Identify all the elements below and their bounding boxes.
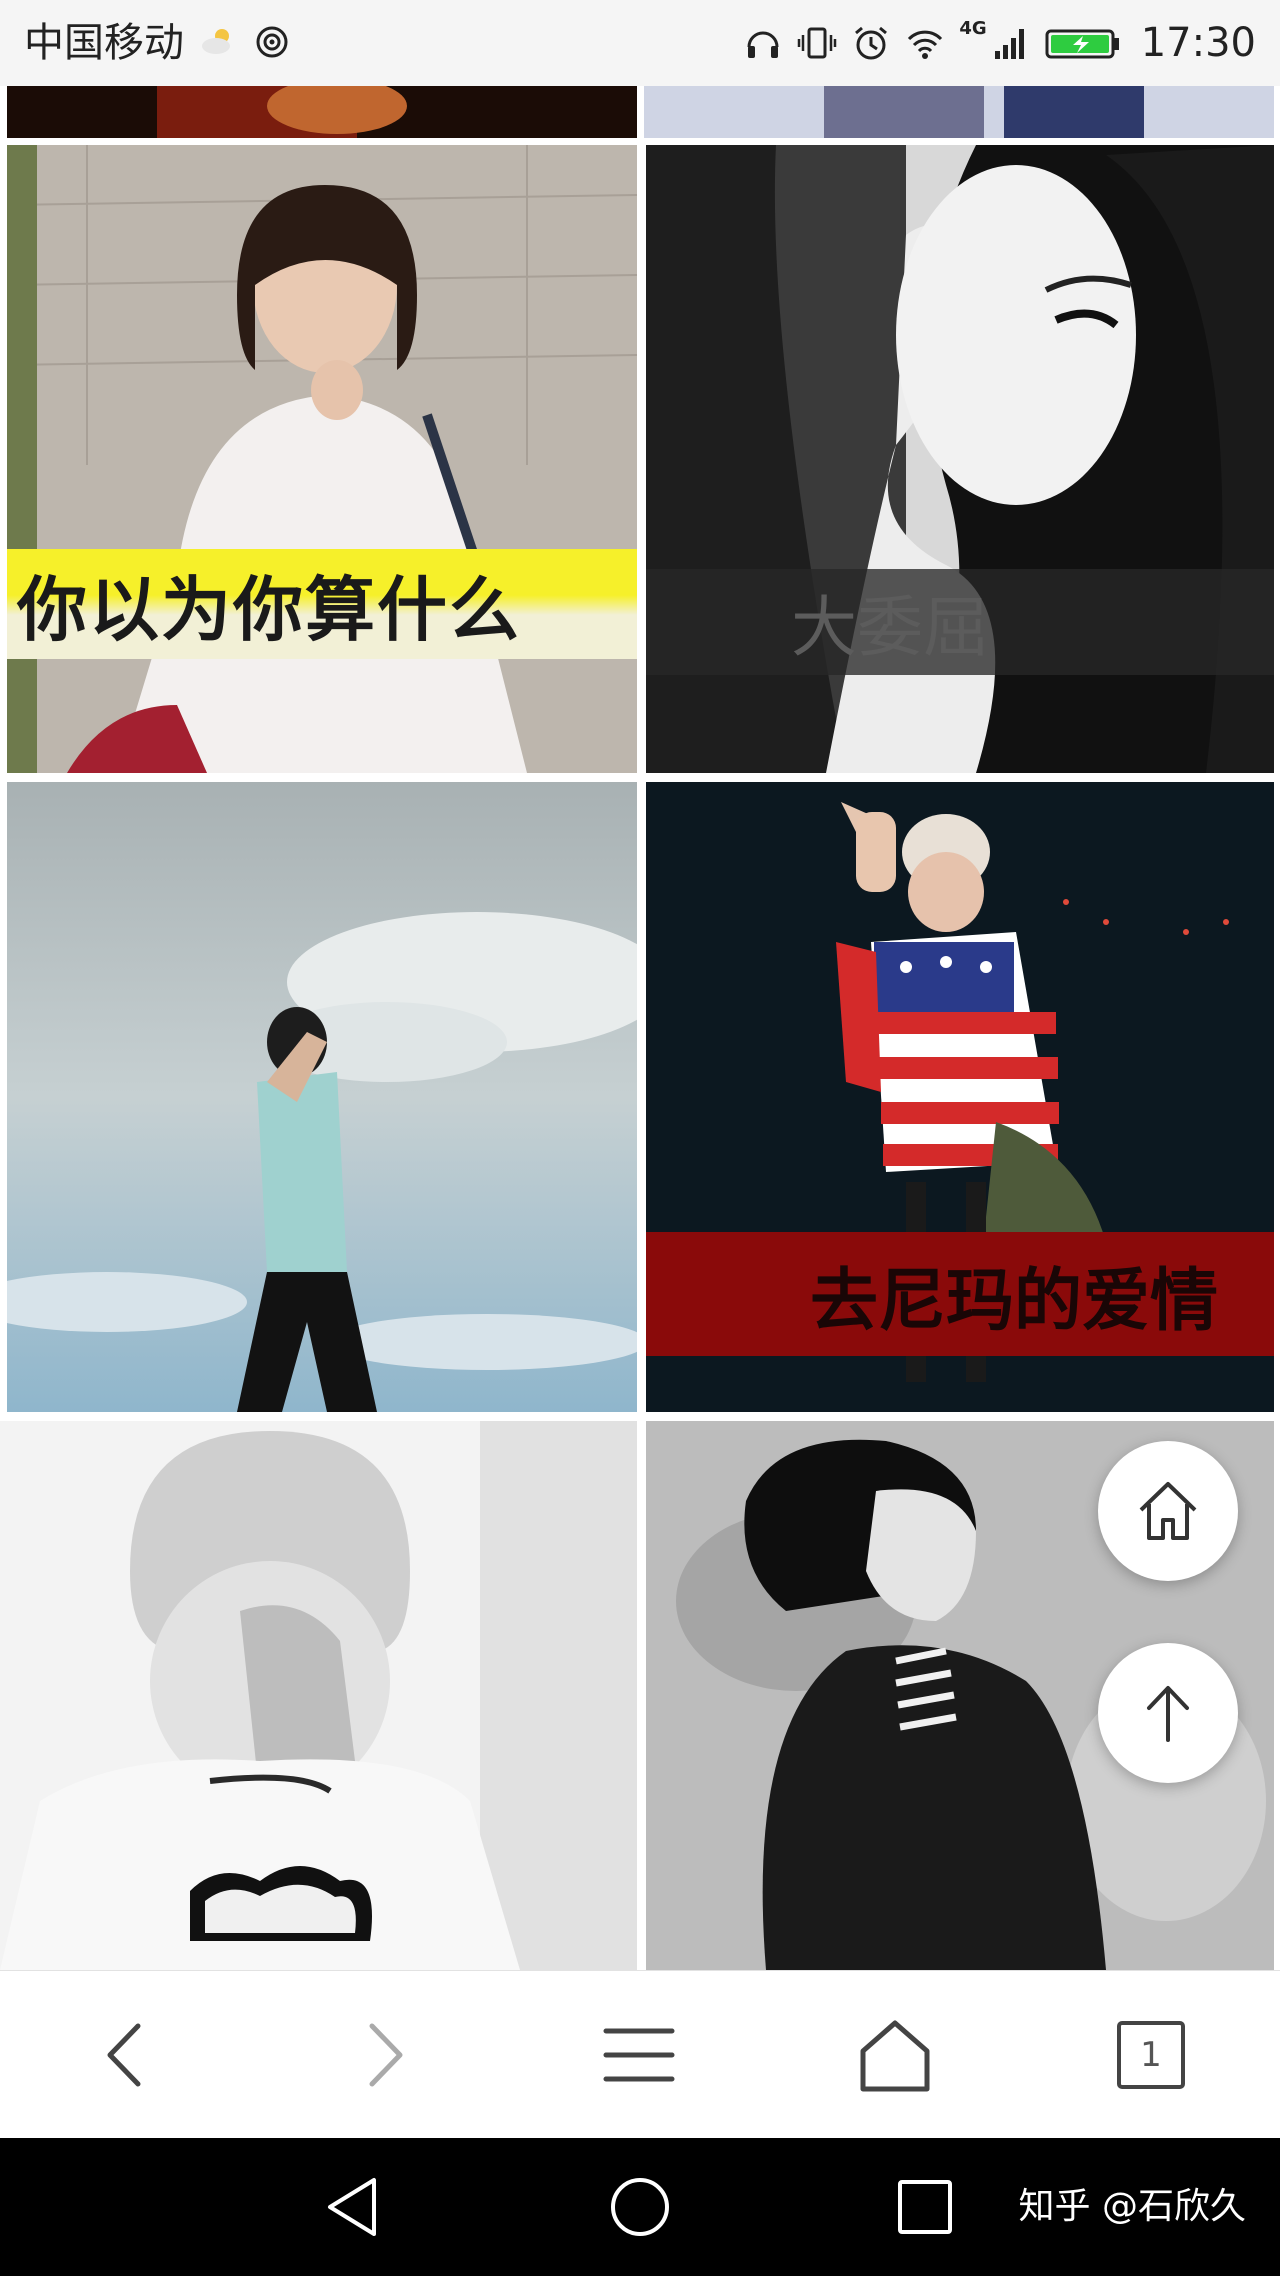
network-type-label: 4G: [959, 18, 987, 39]
nav-recents-icon: [898, 2180, 952, 2234]
nav-home-button[interactable]: [605, 2172, 675, 2242]
tab-count: 1: [1140, 2035, 1162, 2075]
image-tile-4[interactable]: 去尼玛的爱情: [646, 782, 1274, 1412]
image-tile-partial-right[interactable]: [644, 86, 1274, 138]
nav-back-button[interactable]: [320, 2172, 390, 2242]
wifi-icon: [908, 30, 943, 59]
status-icons: 4G 17:30: [743, 18, 1256, 68]
caption-text: 去尼玛的爱情: [809, 1261, 1218, 1341]
nav-recents-button[interactable]: [890, 2172, 960, 2242]
image-tile-partial-left[interactable]: [7, 86, 637, 138]
image-tile-5[interactable]: [0, 1421, 637, 1970]
photo-girl-wall: [7, 145, 637, 773]
menu-button[interactable]: [599, 2015, 679, 2095]
menu-icon: [603, 2028, 675, 2082]
nav-back-icon: [328, 2178, 376, 2236]
floating-home-button[interactable]: [1098, 1441, 1238, 1581]
watermark-text: 知乎 @石欣久: [1018, 2186, 1246, 2227]
vibrate-icon: [798, 27, 837, 59]
headphones-icon: [747, 31, 779, 58]
battery-charging-icon: [1045, 29, 1119, 59]
image-grid: 你以为你算什么 大委屈 去尼玛的爱情: [0, 86, 1280, 1970]
forward-button[interactable]: [344, 2015, 424, 2095]
home-button[interactable]: [855, 2015, 935, 2095]
weather-partly-sunny-icon: [202, 29, 230, 54]
carrier-label: 中国移动: [24, 20, 184, 66]
caption-band: 你以为你算什么: [7, 549, 637, 659]
caption-text: 大委屈: [791, 589, 989, 666]
caption-band: 去尼玛的爱情: [646, 1232, 1274, 1356]
signal-icon: [994, 29, 1024, 59]
hotspot-icon: [256, 26, 288, 58]
image-tile-1[interactable]: 你以为你算什么: [7, 145, 637, 773]
photo-boy-sky: [7, 782, 637, 1412]
system-navigation-bar: 知乎 @石欣久: [0, 2138, 1280, 2276]
caption-text: 你以为你算什么: [17, 568, 521, 651]
tabs-button[interactable]: 1: [1111, 2015, 1191, 2095]
browser-toolbar: 1: [0, 1970, 1280, 2139]
home-icon: [860, 2020, 930, 2092]
nav-home-icon: [611, 2178, 669, 2236]
back-button[interactable]: [86, 2015, 166, 2095]
caption-band: 大委屈: [646, 569, 1274, 675]
home-outline-icon: [1139, 1482, 1197, 1540]
alarm-icon: [855, 26, 888, 60]
arrow-up-icon: [1147, 1686, 1189, 1742]
clock: 17:30: [1140, 20, 1256, 66]
forward-icon: [369, 2023, 403, 2087]
photo-boy-covering-face: [0, 1421, 637, 1970]
photo-girl-profile: [646, 145, 1274, 773]
status-bar: 中国移动 4G 17:30: [0, 0, 1280, 86]
floating-top-button[interactable]: [1098, 1643, 1238, 1783]
back-icon: [107, 2023, 141, 2087]
image-tile-3[interactable]: [7, 782, 637, 1412]
image-tile-2[interactable]: 大委屈: [646, 145, 1274, 773]
